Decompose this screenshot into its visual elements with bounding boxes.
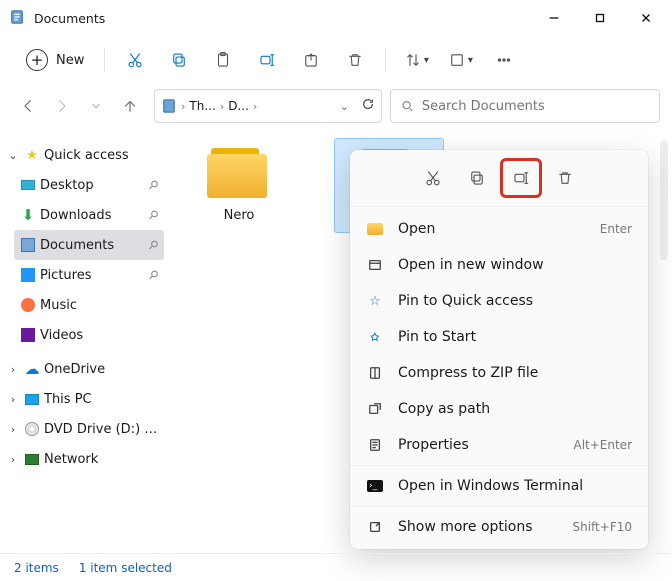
dvd-icon: [25, 422, 39, 436]
window-title: Documents: [34, 11, 532, 26]
history-dropdown[interactable]: [80, 90, 112, 122]
breadcrumb[interactable]: › Th... › D... › ⌄: [154, 89, 382, 123]
sidebar-item-thispc[interactable]: ›This PC: [0, 384, 164, 414]
minimize-button[interactable]: [532, 3, 576, 33]
pictures-icon: [21, 268, 35, 282]
star-icon: ★: [24, 147, 40, 163]
cut-button[interactable]: [115, 42, 155, 78]
pc-icon: [25, 394, 39, 405]
pin-icon: ⚲: [146, 267, 162, 283]
sidebar-item-onedrive[interactable]: ›☁OneDrive: [0, 354, 164, 384]
desktop-icon: [21, 180, 35, 190]
rename-button[interactable]: [247, 42, 287, 78]
music-icon: [21, 298, 35, 312]
folder-icon: [367, 223, 383, 235]
zip-icon: [366, 366, 384, 380]
paste-button[interactable]: [203, 42, 243, 78]
properties-icon: [366, 438, 384, 452]
view-button[interactable]: ▾: [440, 42, 480, 78]
ctx-rename-button[interactable]: [502, 160, 540, 196]
quick-access-label: Quick access: [44, 148, 158, 163]
plus-icon: +: [26, 49, 48, 71]
sidebar-item-pictures[interactable]: Pictures⚲: [14, 260, 164, 290]
star-icon: ☆: [366, 294, 384, 309]
ctx-copy-button[interactable]: [458, 160, 496, 196]
search-icon: [401, 99, 414, 113]
more-icon: [366, 520, 384, 534]
ctx-delete-button[interactable]: [546, 160, 584, 196]
forward-button[interactable]: [46, 90, 78, 122]
ctx-compress-zip[interactable]: Compress to ZIP file: [350, 355, 648, 391]
app-icon: [10, 10, 26, 26]
sidebar-item-dvd[interactable]: ›DVD Drive (D:) CPRA: [0, 414, 164, 444]
pin-icon: ⚲: [146, 207, 162, 223]
back-button[interactable]: [12, 90, 44, 122]
ctx-cut-button[interactable]: [414, 160, 452, 196]
breadcrumb-segment[interactable]: Th...: [189, 99, 215, 113]
chevron-right-icon: ›: [6, 393, 20, 406]
document-icon: [21, 238, 35, 252]
sidebar-item-documents[interactable]: Documents⚲: [14, 230, 164, 260]
context-menu: OpenEnter Open in new window ☆Pin to Qui…: [350, 150, 648, 549]
share-button[interactable]: [291, 42, 331, 78]
ctx-properties[interactable]: PropertiesAlt+Enter: [350, 427, 648, 463]
window-icon: [366, 258, 384, 272]
sidebar-item-downloads[interactable]: ⬇Downloads⚲: [14, 200, 164, 230]
sidebar-item-network[interactable]: ›Network: [0, 444, 164, 474]
download-icon: ⬇: [20, 207, 36, 223]
path-icon: [366, 402, 384, 416]
new-button[interactable]: + New: [16, 45, 94, 75]
more-button[interactable]: [484, 42, 524, 78]
maximize-button[interactable]: [578, 3, 622, 33]
quick-access[interactable]: ⌄ ★ Quick access: [0, 140, 164, 170]
pin-icon: [366, 330, 384, 344]
chevron-right-icon: ›: [6, 363, 20, 376]
accelerator: Enter: [600, 222, 632, 236]
close-button[interactable]: [624, 3, 668, 33]
ctx-open-terminal[interactable]: ›_Open in Windows Terminal: [350, 468, 648, 504]
onedrive-icon: ☁: [24, 361, 40, 377]
folder-label: Nero: [224, 208, 255, 223]
network-icon: [25, 454, 39, 465]
scrollbar[interactable]: [660, 140, 668, 260]
copy-button[interactable]: [159, 42, 199, 78]
ctx-open-new-window[interactable]: Open in new window: [350, 247, 648, 283]
accelerator: Alt+Enter: [573, 438, 632, 452]
location-icon: [161, 98, 177, 114]
ctx-copy-path[interactable]: Copy as path: [350, 391, 648, 427]
ctx-pin-quick-access[interactable]: ☆Pin to Quick access: [350, 283, 648, 319]
ctx-show-more[interactable]: Show more optionsShift+F10: [350, 509, 648, 545]
refresh-button[interactable]: [361, 97, 375, 115]
folder-item[interactable]: Nero: [184, 138, 294, 233]
sidebar-item-desktop[interactable]: Desktop⚲: [14, 170, 164, 200]
breadcrumb-chevron-down-icon[interactable]: ⌄: [340, 100, 349, 113]
pin-icon: ⚲: [146, 177, 162, 193]
search-input[interactable]: [422, 99, 649, 114]
search-box[interactable]: [390, 89, 660, 123]
breadcrumb-segment[interactable]: D...: [228, 99, 249, 113]
pin-icon: ⚲: [146, 237, 162, 253]
chevron-right-icon: ›: [6, 453, 20, 466]
sort-button[interactable]: ▾: [396, 42, 436, 78]
ctx-open[interactable]: OpenEnter: [350, 211, 648, 247]
sidebar-item-videos[interactable]: Videos: [14, 320, 164, 350]
ctx-pin-start[interactable]: Pin to Start: [350, 319, 648, 355]
chevron-down-icon: ⌄: [6, 149, 20, 162]
delete-button[interactable]: [335, 42, 375, 78]
videos-icon: [21, 328, 35, 342]
status-item-count: 2 items: [14, 561, 59, 575]
status-selected-count: 1 item selected: [79, 561, 172, 575]
accelerator: Shift+F10: [572, 520, 632, 534]
sidebar-item-music[interactable]: Music: [14, 290, 164, 320]
chevron-right-icon: ›: [6, 423, 20, 436]
up-button[interactable]: [114, 90, 146, 122]
folder-icon: [207, 146, 271, 198]
terminal-icon: ›_: [367, 480, 383, 492]
new-label: New: [56, 53, 84, 68]
